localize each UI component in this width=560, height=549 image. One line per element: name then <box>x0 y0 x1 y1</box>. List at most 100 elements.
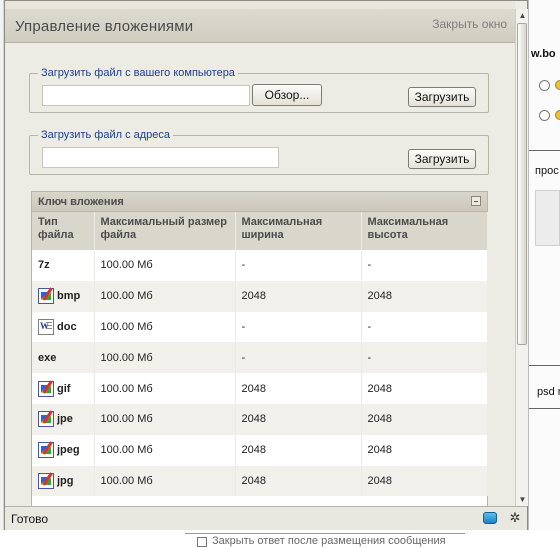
file-extension: bmp <box>57 290 81 303</box>
background-radio-2[interactable] <box>539 110 550 121</box>
max-size-cell: 100.00 Мб <box>94 250 236 281</box>
image-file-icon <box>38 442 54 459</box>
max-width-cell: 2048 <box>235 434 362 466</box>
max-size-cell: 100.00 Мб <box>94 465 236 497</box>
max-size-cell: 100.00 Мб <box>94 280 236 312</box>
file-type-cell: gif <box>32 373 95 404</box>
image-file-icon <box>38 288 54 305</box>
max-width-cell: 2048 <box>235 403 362 435</box>
file-type-cell: bmp <box>32 280 95 312</box>
table-row: gif 100.00 Мб 2048 2048 <box>32 373 488 404</box>
file-type-cell: jpeg <box>32 434 95 466</box>
max-width-cell: - <box>235 311 362 343</box>
window-top-edge <box>5 1 515 9</box>
column-header-max-width: Максимальная ширина <box>235 212 362 250</box>
file-type-cell: jpg <box>32 465 95 497</box>
file-type-cell: jpe <box>32 403 95 435</box>
table-row: bmp 100.00 Мб 2048 2048 <box>32 280 488 312</box>
attachment-manager-window: Управление вложениями Закрыть окно Загру… <box>4 0 528 530</box>
collapse-icon[interactable] <box>471 196 481 206</box>
background-radio-1[interactable] <box>539 80 550 91</box>
table-header-row: Тип файла Максимальный размер файла Макс… <box>32 212 488 250</box>
image-file-icon <box>38 411 54 428</box>
word-document-icon <box>38 318 54 335</box>
browse-button[interactable]: Обзор... <box>252 84 322 106</box>
upload-from-computer-group: Загрузить файл с вашего компьютера Обзор… <box>29 67 489 113</box>
scroll-down-icon[interactable]: ▼ <box>518 495 527 504</box>
table-row: jpeg 100.00 Мб 2048 2048 <box>32 434 488 466</box>
background-search-fragment: прос <box>535 165 559 177</box>
table-row: doc 100.00 Мб - - <box>32 311 488 343</box>
attachment-key-panel: Ключ вложения Тип файла Максимальный раз… <box>31 191 488 506</box>
max-size-cell: 100.00 Мб <box>94 311 236 343</box>
smiley-icon <box>555 80 560 90</box>
max-width-cell: - <box>235 342 362 374</box>
window-header: Управление вложениями Закрыть окно <box>5 9 515 43</box>
max-height-cell: 2048 <box>361 280 488 312</box>
file-extension: doc <box>57 320 77 333</box>
upload-url-button[interactable]: Загрузить <box>408 149 476 169</box>
table-row: exe 100.00 Мб - - <box>32 342 488 374</box>
file-type-cell: doc <box>32 311 95 343</box>
column-header-file-type: Тип файла <box>32 212 95 250</box>
status-bar: Готово ✲ <box>5 506 527 530</box>
vertical-scrollbar[interactable]: ▲ ▼ <box>515 9 528 506</box>
background-checkbox[interactable] <box>197 537 207 547</box>
image-file-icon <box>38 380 54 397</box>
max-size-cell: 100.00 Мб <box>94 403 236 435</box>
table-row: jpg 100.00 Мб 2048 2048 <box>32 465 488 497</box>
background-divider <box>529 408 560 409</box>
table-row: 7z 100.00 Мб - - <box>32 250 488 281</box>
smiley-icon <box>555 110 560 120</box>
file-type-cell: 7z <box>32 250 95 281</box>
attachment-key-header: Ключ вложения <box>32 192 487 212</box>
url-input[interactable] <box>42 147 279 168</box>
upload-from-url-group: Загрузить файл с адреса Загрузить <box>29 129 489 175</box>
background-bottom-row: Закрыть ответ после размещения сообщения <box>0 530 560 549</box>
column-header-max-size: Максимальный размер файла <box>94 212 236 250</box>
file-path-input[interactable] <box>42 85 250 106</box>
max-size-cell: 100.00 Мб <box>94 434 236 466</box>
max-height-cell: - <box>361 250 488 281</box>
upload-from-url-legend: Загрузить файл с адреса <box>41 129 171 141</box>
background-checkbox-label: Закрыть ответ после размещения сообщения <box>212 535 446 547</box>
scrollbar-thumb[interactable] <box>517 23 527 345</box>
background-divider <box>529 150 560 151</box>
attachment-key-title: Ключ вложения <box>38 196 124 208</box>
file-type-cell: exe <box>32 342 95 374</box>
upload-from-computer-legend: Загрузить файл с вашего компьютера <box>41 67 235 79</box>
status-text: Готово <box>11 512 49 526</box>
max-width-cell: 2048 <box>235 373 362 404</box>
background-divider <box>529 365 560 366</box>
max-height-cell: 2048 <box>361 434 488 466</box>
window-content: Загрузить файл с вашего компьютера Обзор… <box>5 43 513 506</box>
background-grey-panel <box>535 190 560 246</box>
max-width-cell: 2048 <box>235 465 362 497</box>
background-right-column: w.bo прос psd r <box>528 0 560 549</box>
file-extension: gif <box>57 382 71 395</box>
max-height-cell: - <box>361 342 488 374</box>
max-height-cell: - <box>361 311 488 343</box>
max-size-cell: 100.00 Мб <box>94 342 236 374</box>
scroll-up-icon[interactable]: ▲ <box>518 11 527 20</box>
upload-file-button[interactable]: Загрузить <box>408 87 476 107</box>
attachment-key-table: Тип файла Максимальный размер файла Макс… <box>32 212 488 497</box>
background-site-fragment: w.bo <box>531 48 556 60</box>
network-status-icon <box>483 512 497 524</box>
file-extension: 7z <box>38 259 50 272</box>
file-extension: jpe <box>57 413 73 426</box>
max-size-cell: 100.00 Мб <box>94 373 236 404</box>
max-height-cell: 2048 <box>361 403 488 435</box>
max-height-cell: 2048 <box>361 465 488 497</box>
max-width-cell: - <box>235 250 362 281</box>
background-psd-fragment: psd r <box>537 386 560 398</box>
image-file-icon <box>38 472 54 489</box>
column-header-max-height: Максимальная высота <box>361 212 488 250</box>
max-width-cell: 2048 <box>235 280 362 312</box>
file-extension: jpeg <box>57 444 80 457</box>
file-extension: jpg <box>57 474 74 487</box>
table-row: jpe 100.00 Мб 2048 2048 <box>32 403 488 435</box>
bug-icon: ✲ <box>509 510 521 525</box>
close-window-link[interactable]: Закрыть окно <box>432 17 507 31</box>
file-extension: exe <box>38 351 57 364</box>
